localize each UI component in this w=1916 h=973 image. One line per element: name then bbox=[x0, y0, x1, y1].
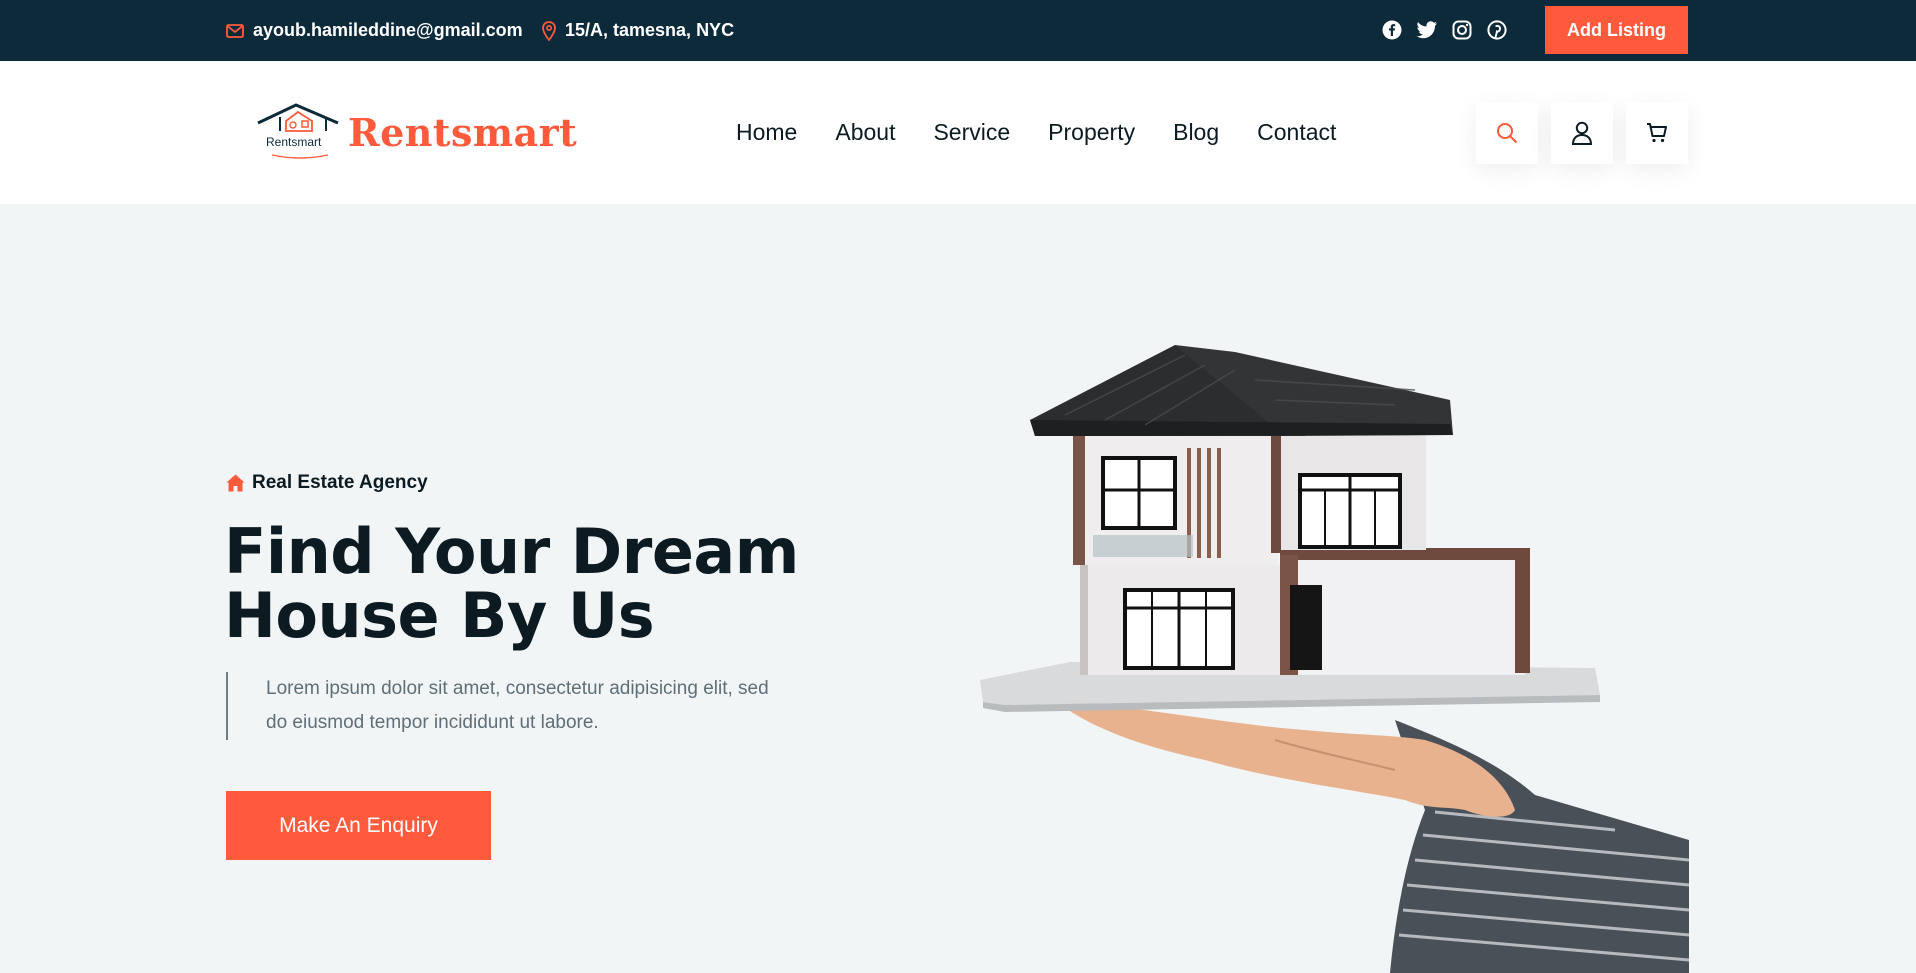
cart-button[interactable] bbox=[1626, 102, 1688, 164]
nav-about[interactable]: About bbox=[835, 119, 895, 146]
make-enquiry-button[interactable]: Make An Enquiry bbox=[226, 791, 491, 860]
map-pin-icon bbox=[542, 20, 556, 41]
hero-title-line-1: Find Your Dream bbox=[224, 515, 799, 588]
hero-title-line-2: House By Us bbox=[224, 579, 655, 652]
logo-text: Rentsmart bbox=[348, 109, 578, 155]
hero-tag-text: Real Estate Agency bbox=[252, 472, 428, 493]
hero-description-line-1: Lorem ipsum dolor sit amet, consectetur … bbox=[266, 678, 769, 699]
house-model-image bbox=[980, 345, 1689, 973]
search-button[interactable] bbox=[1476, 102, 1538, 164]
main-nav: Home About Service Property Blog Contact bbox=[736, 61, 1374, 204]
pinterest-icon[interactable] bbox=[1486, 19, 1508, 41]
hero-title: Find Your Dream House By Us bbox=[224, 520, 864, 648]
user-icon bbox=[1571, 121, 1593, 145]
hero-tag: Real Estate Agency bbox=[226, 472, 428, 494]
nav-contact[interactable]: Contact bbox=[1257, 119, 1336, 146]
logo-mark-text: Rentsmart bbox=[266, 135, 322, 149]
contact-address-text: 15/A, tamesna, NYC bbox=[565, 20, 735, 40]
search-icon bbox=[1497, 123, 1517, 143]
contact-email[interactable]: ayoub.hamileddine@gmail.com bbox=[226, 0, 523, 61]
facebook-icon[interactable] bbox=[1381, 19, 1403, 41]
cart-icon bbox=[1647, 123, 1667, 143]
main-header: Rentsmart Rentsmart Home About Service P… bbox=[0, 61, 1916, 204]
account-button[interactable] bbox=[1551, 102, 1613, 164]
contact-email-text: ayoub.hamileddine@gmail.com bbox=[253, 20, 523, 40]
mail-icon bbox=[226, 23, 244, 38]
add-listing-button[interactable]: Add Listing bbox=[1545, 6, 1688, 54]
hero-description-line-2: do eiusmod tempor incididunt ut labore. bbox=[266, 712, 599, 733]
top-bar: ayoub.hamileddine@gmail.com 15/A, tamesn… bbox=[0, 0, 1916, 61]
logo[interactable]: Rentsmart Rentsmart bbox=[256, 101, 577, 163]
instagram-icon[interactable] bbox=[1451, 19, 1473, 41]
nav-home[interactable]: Home bbox=[736, 119, 797, 146]
home-icon bbox=[226, 474, 245, 492]
hero-description: Lorem ipsum dolor sit amet, consectetur … bbox=[226, 672, 786, 740]
nav-property[interactable]: Property bbox=[1048, 119, 1135, 146]
twitter-icon[interactable] bbox=[1416, 19, 1438, 41]
nav-service[interactable]: Service bbox=[933, 119, 1010, 146]
contact-address: 15/A, tamesna, NYC bbox=[542, 0, 734, 61]
logo-house-icon: Rentsmart bbox=[256, 101, 342, 163]
nav-blog[interactable]: Blog bbox=[1173, 119, 1219, 146]
